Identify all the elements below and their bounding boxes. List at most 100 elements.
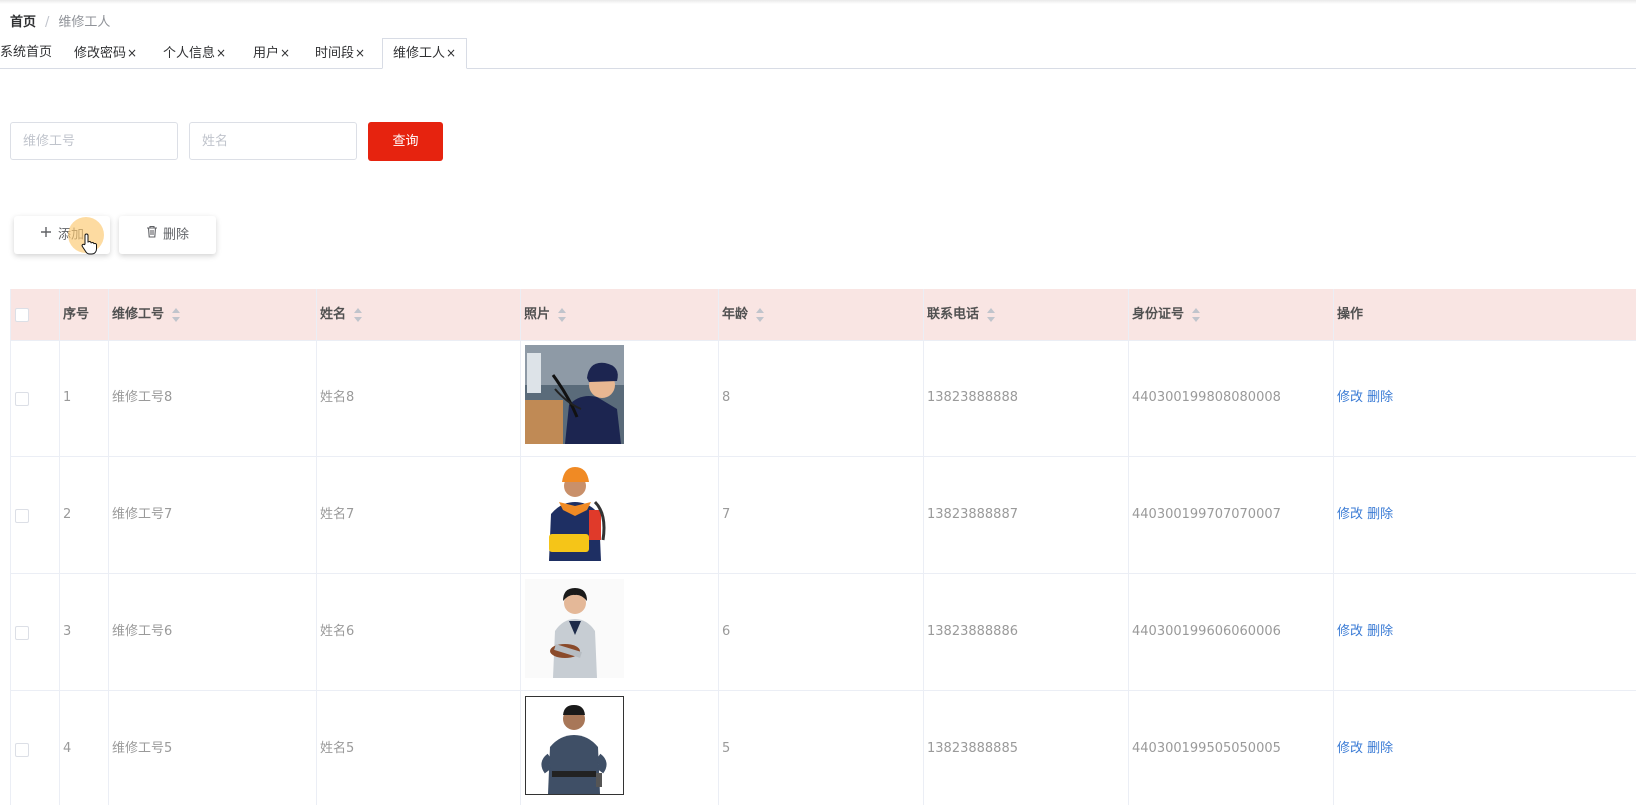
edit-link[interactable]: 修改	[1337, 507, 1363, 522]
phone-cell: 13823888887	[924, 457, 1129, 573]
workers-table: 序号 维修工号 姓名 照片 年龄 联系电话 身份证号 操作 1 维修工号8 姓名…	[10, 289, 1636, 805]
tab-label: 时间段	[315, 46, 355, 61]
name-search-input[interactable]	[189, 122, 357, 160]
table-row: 2 维修工号7 姓名7 7 13823888887 44030019970707…	[11, 457, 1636, 574]
plus-icon	[40, 216, 52, 254]
tab-repair-workers[interactable]: 维修工人×	[382, 38, 468, 69]
delete-link[interactable]: 删除	[1367, 624, 1393, 639]
sort-caret-icon[interactable]	[172, 307, 181, 322]
name-cell: 姓名8	[317, 340, 521, 456]
delete-button-label: 删除	[162, 227, 189, 243]
worker-photo[interactable]	[525, 462, 624, 561]
worker-no-cell: 维修工号7	[109, 457, 317, 573]
age-cell: 8	[719, 340, 924, 456]
sort-caret-icon[interactable]	[1192, 307, 1201, 322]
index-cell: 4	[60, 691, 109, 805]
name-cell: 姓名7	[317, 457, 521, 573]
select-cell	[11, 574, 60, 690]
worker-no-cell: 维修工号6	[109, 574, 317, 690]
tab-time-slot[interactable]: 时间段×	[315, 38, 365, 68]
breadcrumb-home[interactable]: 首页	[10, 15, 36, 30]
delete-link[interactable]: 删除	[1367, 390, 1393, 405]
photo-cell	[521, 691, 719, 805]
operation-cell: 修改 删除	[1334, 457, 1636, 573]
header-phone[interactable]: 联系电话	[924, 289, 1129, 340]
table-row: 4 维修工号5 姓名5 5 13823888885 44030019950505…	[11, 691, 1636, 805]
sort-caret-icon[interactable]	[756, 307, 765, 322]
sort-caret-icon[interactable]	[354, 307, 363, 322]
id-card-cell: 440300199707070007	[1129, 457, 1334, 573]
id-card-cell: 440300199606060006	[1129, 574, 1334, 690]
worker-photo[interactable]	[525, 579, 624, 678]
operation-cell: 修改 删除	[1334, 340, 1636, 456]
header-age[interactable]: 年龄	[719, 289, 924, 340]
close-icon[interactable]: ×	[216, 46, 226, 60]
worker-no-search-input[interactable]	[10, 122, 178, 160]
header-index: 序号	[60, 289, 109, 340]
tab-label: 修改密码	[74, 46, 127, 61]
edit-link[interactable]: 修改	[1337, 624, 1363, 639]
id-card-cell: 440300199505050005	[1129, 691, 1334, 805]
header-label: 照片	[524, 307, 551, 322]
header-label: 维修工号	[112, 307, 165, 322]
worker-photo[interactable]	[525, 345, 624, 444]
header-label: 联系电话	[927, 307, 980, 322]
add-button-label: 添加	[57, 227, 84, 243]
select-cell	[11, 691, 60, 805]
delete-button[interactable]: 删除	[119, 216, 216, 254]
index-cell: 2	[60, 457, 109, 573]
photo-cell	[521, 340, 719, 456]
sort-caret-icon[interactable]	[987, 307, 996, 322]
row-checkbox[interactable]	[15, 626, 29, 640]
edit-link[interactable]: 修改	[1337, 390, 1363, 405]
delete-link[interactable]: 删除	[1367, 741, 1393, 756]
index-cell: 1	[60, 340, 109, 456]
tab-system-home[interactable]: 系统首页	[0, 38, 52, 68]
name-cell: 姓名6	[317, 574, 521, 690]
header-select-all-cell	[11, 289, 60, 340]
worker-photo[interactable]	[525, 696, 624, 795]
id-card-cell: 440300199808080008	[1129, 340, 1334, 456]
header-label: 姓名	[320, 307, 347, 322]
edit-link[interactable]: 修改	[1337, 741, 1363, 756]
select-all-checkbox[interactable]	[15, 308, 29, 322]
select-cell	[11, 457, 60, 573]
tab-label: 个人信息	[163, 46, 216, 61]
breadcrumb-separator: /	[45, 15, 50, 30]
operation-cell: 修改 删除	[1334, 691, 1636, 805]
table-row: 3 维修工号6 姓名6 6 13823888886 44030019960606…	[11, 574, 1636, 691]
phone-cell: 13823888888	[924, 340, 1129, 456]
header-label: 序号	[63, 307, 90, 322]
header-worker-no[interactable]: 维修工号	[109, 289, 317, 340]
breadcrumb: 首页 / 维修工人	[10, 14, 110, 32]
query-button[interactable]: 查询	[368, 122, 443, 161]
breadcrumb-current: 维修工人	[58, 15, 111, 30]
close-icon[interactable]: ×	[280, 46, 290, 60]
header-label: 年龄	[722, 307, 749, 322]
header-photo[interactable]: 照片	[521, 289, 719, 340]
header-operation: 操作	[1334, 289, 1636, 340]
close-icon[interactable]: ×	[127, 46, 137, 60]
row-checkbox[interactable]	[15, 392, 29, 406]
sort-caret-icon[interactable]	[558, 307, 567, 322]
close-icon[interactable]: ×	[446, 46, 456, 60]
header-id-card[interactable]: 身份证号	[1129, 289, 1334, 340]
tab-label: 维修工人	[393, 46, 446, 61]
name-cell: 姓名5	[317, 691, 521, 805]
tags-bar: 系统首页 修改密码× 个人信息× 用户× 时间段× 维修工人×	[0, 38, 1636, 69]
header-label: 操作	[1337, 307, 1364, 322]
header-name[interactable]: 姓名	[317, 289, 521, 340]
index-cell: 3	[60, 574, 109, 690]
delete-link[interactable]: 删除	[1367, 507, 1393, 522]
row-checkbox[interactable]	[15, 509, 29, 523]
age-cell: 5	[719, 691, 924, 805]
select-cell	[11, 340, 60, 456]
tab-change-password[interactable]: 修改密码×	[74, 38, 137, 68]
operation-cell: 修改 删除	[1334, 574, 1636, 690]
close-icon[interactable]: ×	[355, 46, 365, 60]
row-checkbox[interactable]	[15, 743, 29, 757]
tab-users[interactable]: 用户×	[253, 38, 290, 68]
tab-personal-info[interactable]: 个人信息×	[163, 38, 226, 68]
add-button[interactable]: 添加	[14, 216, 110, 254]
top-shadow	[0, 0, 1636, 4]
